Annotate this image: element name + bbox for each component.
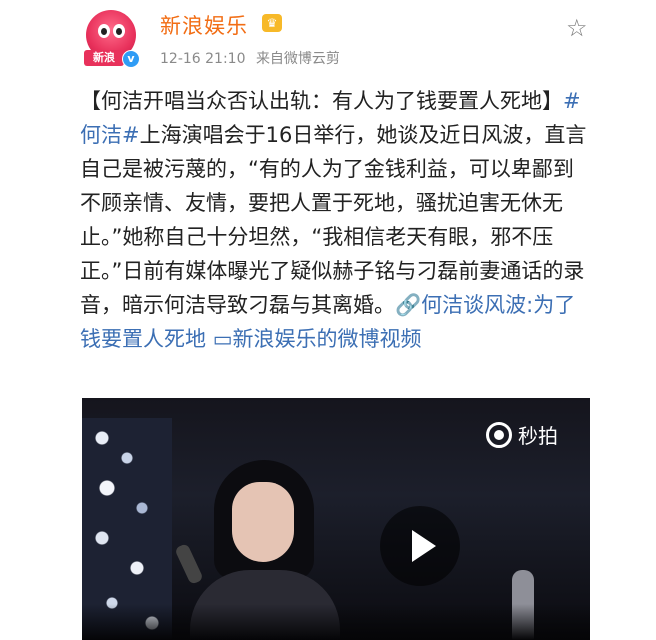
video-crowd-shadow <box>82 604 590 640</box>
star-icon[interactable]: ☆ <box>566 14 588 42</box>
miaopai-watermark: 秒拍 <box>486 420 558 449</box>
post-source[interactable]: 来自微博云剪 <box>256 51 340 67</box>
post-header: 新浪 v 新浪娱乐 ♛ 12-16 21:10 来自微博云剪 ☆ <box>0 0 656 80</box>
video-player[interactable]: 秒拍 <box>82 398 590 640</box>
post-meta: 12-16 21:10 来自微博云剪 <box>160 48 340 68</box>
play-icon[interactable] <box>380 506 460 586</box>
miaopai-label: 秒拍 <box>518 424 558 448</box>
username-link[interactable]: 新浪娱乐 <box>160 10 248 40</box>
post-text: 上海演唱会于16日举行，她谈及近日风波，直言自己是被污蔑的，“有的人为了金钱利益… <box>80 123 587 317</box>
post-body: 【何洁开唱当众否认出轨：有人为了钱要置人死地】#何洁#上海演唱会于16日举行，她… <box>80 84 590 356</box>
miaopai-logo-icon <box>486 421 512 448</box>
avatar-eye-right <box>113 24 125 38</box>
post-timestamp: 12-16 21:10 <box>160 51 246 67</box>
vip-crown-icon: ♛ <box>262 14 282 32</box>
singer-face <box>232 482 294 562</box>
verified-badge-icon: v <box>122 50 140 68</box>
video-icon-link[interactable]: ▭新浪娱乐的微博视频 <box>213 327 422 351</box>
avatar-eye-left <box>98 24 110 38</box>
post-title: 【何洁开唱当众否认出轨：有人为了钱要置人死地】 <box>80 89 563 113</box>
avatar-tag: 新浪 <box>84 50 124 66</box>
